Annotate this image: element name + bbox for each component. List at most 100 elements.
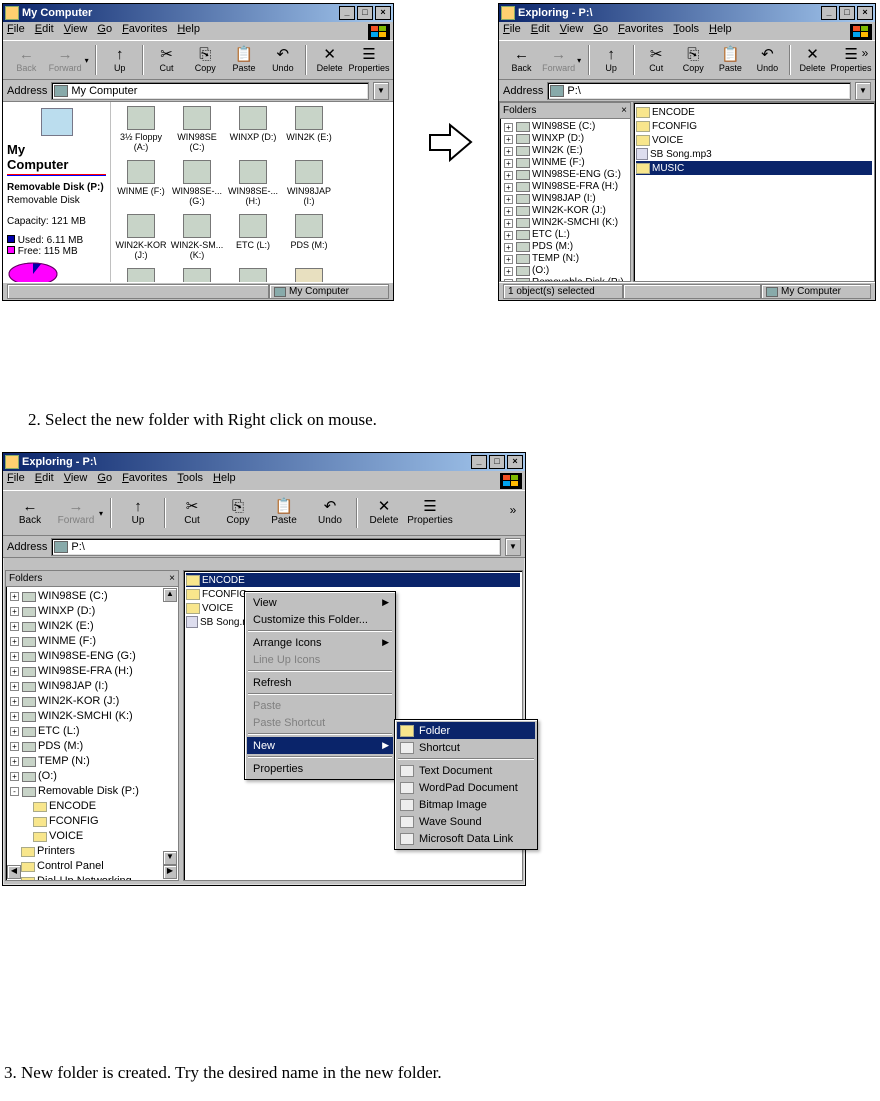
scroll-up-button[interactable]: ▲ (163, 588, 177, 602)
list-item[interactable]: VOICE (636, 133, 872, 147)
menu-item-paste[interactable]: Paste (247, 697, 393, 714)
tool-up[interactable]: ↑Up (115, 493, 161, 533)
menu-view[interactable]: View (560, 23, 584, 39)
tool-delete[interactable]: ✕Delete (310, 42, 349, 78)
tool-delete[interactable]: ✕Delete (361, 493, 407, 533)
tool-properties[interactable]: ☰Properties (407, 493, 453, 533)
icon-view[interactable]: 3½ Floppy (A:)WIN98SE (C:)WINXP (D:) WIN2… (111, 102, 393, 282)
drive-icon[interactable]: WIN98SE (C:) (169, 106, 225, 158)
tree-item[interactable]: +PDS (M:) (10, 739, 178, 754)
menu-item-properties[interactable]: Properties (247, 760, 393, 777)
maximize-button[interactable]: □ (357, 6, 373, 20)
tree-item[interactable]: +WIN98JAP (I:) (504, 193, 630, 205)
menu-tools[interactable]: Tools (177, 472, 203, 489)
address-dropdown-button[interactable]: ▼ (855, 82, 871, 100)
titlebar[interactable]: Exploring - P:\ _ □ × (499, 4, 875, 22)
tree-item[interactable]: +WIN98SE-ENG (G:) (504, 169, 630, 181)
tree-item[interactable]: +WIN2K-KOR (J:) (10, 694, 178, 709)
tool-paste[interactable]: 📋Paste (712, 42, 749, 78)
tree-item[interactable]: +WIN98SE (C:) (10, 589, 178, 604)
tool-copy[interactable]: ⎘Copy (215, 493, 261, 533)
menu-help[interactable]: Help (213, 472, 236, 489)
tree-item[interactable]: +WIN98SE-FRA (H:) (504, 181, 630, 193)
tree-item[interactable]: -Removable Disk (P:) (10, 784, 178, 799)
tree-item[interactable]: +(O:) (10, 769, 178, 784)
drive-icon[interactable]: WINXP (D:) (225, 106, 281, 158)
tree-item[interactable]: +WIN2K-SMCHI (K:) (504, 217, 630, 229)
close-pane-button[interactable]: × (621, 105, 627, 116)
tool-cut[interactable]: ✂Cut (638, 42, 675, 78)
drive-icon[interactable]: WIN2K-KOR (J:) (113, 214, 169, 266)
tree-item[interactable]: FCONFIG (10, 814, 178, 829)
tool-cut[interactable]: ✂Cut (169, 493, 215, 533)
tree-item[interactable]: +WINXP (D:) (504, 133, 630, 145)
tool-properties[interactable]: ☰Properties (349, 42, 389, 78)
list-item[interactable]: SB Song.mp3 (636, 147, 872, 161)
tool-paste[interactable]: 📋Paste (261, 493, 307, 533)
tree-item[interactable]: +WIN2K (E:) (10, 619, 178, 634)
list-item[interactable]: ENCODE (186, 573, 520, 587)
drive-icon[interactable]: 3½ Floppy (A:) (113, 106, 169, 158)
menu-favorites[interactable]: Favorites (122, 23, 167, 39)
file-list-pane[interactable]: ENCODEFCONFIGVOICESB Song.mp3MUSIC (633, 102, 875, 282)
tree-item[interactable]: +WIN98SE-ENG (G:) (10, 649, 178, 664)
menu-item-view[interactable]: View▶ (247, 594, 393, 611)
drive-icon[interactable]: Removable Disk (P:) (225, 268, 281, 282)
tree-item[interactable]: +TEMP (N:) (504, 253, 630, 265)
menu-item-text-document[interactable]: Text Document (397, 762, 535, 779)
menu-help[interactable]: Help (177, 23, 200, 39)
menu-item-refresh[interactable]: Refresh (247, 674, 393, 691)
tree-item[interactable]: Dial-Up Networking (10, 874, 178, 881)
menu-item-line-up-icons[interactable]: Line Up Icons (247, 651, 393, 668)
menu-go[interactable]: Go (97, 472, 112, 489)
menu-favorites[interactable]: Favorites (122, 472, 167, 489)
tool-undo[interactable]: ↶Undo (307, 493, 353, 533)
menu-item-wordpad-document[interactable]: WordPad Document (397, 779, 535, 796)
list-item[interactable]: ENCODE (636, 105, 872, 119)
close-button[interactable]: × (507, 455, 523, 469)
drive-icon[interactable]: PDS (M:) (281, 214, 337, 266)
tool-undo[interactable]: ↶Undo (263, 42, 302, 78)
tool-delete[interactable]: ✕Delete (794, 42, 831, 78)
menu-file[interactable]: File (7, 23, 25, 39)
tree-item[interactable]: +ETC (L:) (10, 724, 178, 739)
toolbar-more[interactable]: » (507, 503, 519, 517)
scroll-right-button[interactable]: ▶ (163, 865, 177, 879)
tree-item[interactable]: +WIN98SE-FRA (H:) (10, 664, 178, 679)
close-button[interactable]: × (375, 6, 391, 20)
tool-forward[interactable]: →Forward (53, 493, 99, 533)
drive-icon[interactable]: WIN98SE-... (G:) (169, 160, 225, 212)
close-pane-button[interactable]: × (169, 573, 175, 584)
address-input[interactable]: My Computer (51, 82, 369, 100)
folder-tree-pane[interactable]: Folders× ▲ ▼ ▶ ◀ +WIN98SE (C:)+WINXP (D:… (5, 570, 179, 881)
tool-up[interactable]: ↑Up (593, 42, 630, 78)
menu-help[interactable]: Help (709, 23, 732, 39)
tool-back[interactable]: ←Back (7, 42, 46, 78)
menu-go[interactable]: Go (593, 23, 608, 39)
file-list-pane[interactable]: ENCODEFCONFIGVOICESB Song.m View▶Customi… (183, 570, 523, 881)
menu-item-new[interactable]: New▶ (247, 737, 393, 754)
menu-item-paste-shortcut[interactable]: Paste Shortcut (247, 714, 393, 731)
close-button[interactable]: × (857, 6, 873, 20)
tool-copy[interactable]: ⎘Copy (675, 42, 712, 78)
menu-favorites[interactable]: Favorites (618, 23, 663, 39)
tree-item[interactable]: +WIN2K (E:) (504, 145, 630, 157)
menu-item-shortcut[interactable]: Shortcut (397, 739, 535, 756)
tool-forward[interactable]: →Forward (540, 42, 577, 78)
tree-item[interactable]: +WIN98SE (C:) (504, 121, 630, 133)
menu-view[interactable]: View (64, 23, 88, 39)
minimize-button[interactable]: _ (821, 6, 837, 20)
menu-item-microsoft-data-link[interactable]: Microsoft Data Link (397, 830, 535, 847)
menu-edit[interactable]: Edit (35, 472, 54, 489)
menu-item-folder[interactable]: Folder (397, 722, 535, 739)
scroll-down-button[interactable]: ▼ (163, 851, 177, 865)
tree-item[interactable]: ENCODE (10, 799, 178, 814)
drive-icon[interactable]: Printers (281, 268, 337, 282)
tree-item[interactable]: +WIN98JAP (I:) (10, 679, 178, 694)
tree-item[interactable]: +PDS (M:) (504, 241, 630, 253)
tool-back[interactable]: ←Back (503, 42, 540, 78)
address-input[interactable]: P:\ (547, 82, 851, 100)
tool-back[interactable]: ←Back (7, 493, 53, 533)
tree-item[interactable]: +WIN2K-KOR (J:) (504, 205, 630, 217)
list-item[interactable]: FCONFIG (636, 119, 872, 133)
